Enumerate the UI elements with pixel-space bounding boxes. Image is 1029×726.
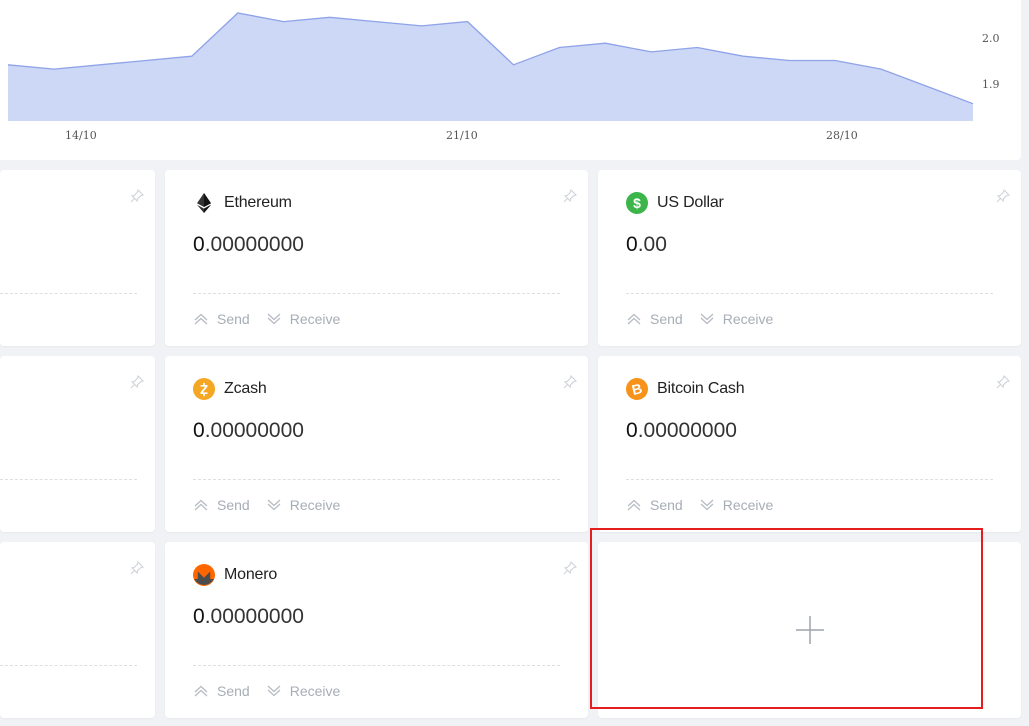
send-button[interactable]: Send [193, 683, 250, 699]
x-tick-label: 21/10 [446, 129, 478, 142]
wallet-card-monero[interactable]: Monero 0.00000000 Send Receive [165, 542, 588, 718]
wallet-card-partial[interactable] [0, 356, 155, 532]
double-chevron-down-icon [700, 499, 714, 511]
pin-icon[interactable] [129, 188, 145, 204]
balance: 0.00000000 [626, 419, 737, 443]
send-button[interactable]: Send [626, 497, 683, 513]
double-chevron-down-icon [267, 685, 281, 697]
double-chevron-down-icon [700, 313, 714, 325]
balance: 0.00000000 [193, 419, 304, 443]
receive-label: Receive [289, 683, 341, 699]
wallet-card-us-dollar[interactable]: $ US Dollar 0.00 Send Receive [598, 170, 1021, 346]
pin-icon[interactable] [995, 188, 1011, 204]
send-button[interactable]: Send [626, 311, 683, 327]
receive-label: Receive [722, 497, 774, 513]
send-label: Send [217, 311, 250, 327]
balance-integer: 0 [193, 605, 205, 628]
svg-text:$: $ [633, 195, 641, 211]
card-divider [626, 479, 993, 480]
balance-decimal: .00000000 [637, 419, 737, 442]
send-label: Send [650, 311, 683, 327]
card-divider [626, 293, 993, 294]
y-tick-label: 2.0 [982, 32, 1000, 45]
pin-icon[interactable] [562, 560, 578, 576]
balance-integer: 0 [193, 233, 205, 256]
x-tick-label: 14/10 [65, 129, 97, 142]
send-label: Send [217, 497, 250, 513]
bitcoin-cash-icon: B [626, 378, 648, 400]
balance: 0.00000000 [193, 233, 304, 257]
monero-icon [193, 564, 215, 586]
send-button[interactable]: Send [193, 497, 250, 513]
double-chevron-down-icon [267, 499, 281, 511]
pin-icon[interactable] [129, 560, 145, 576]
pin-icon[interactable] [562, 374, 578, 390]
pin-icon[interactable] [129, 374, 145, 390]
double-chevron-up-icon [194, 685, 208, 697]
card-divider [193, 293, 560, 294]
card-divider [0, 293, 137, 294]
wallet-card-zcash[interactable]: Zcash 0.00000000 Send Receive [165, 356, 588, 532]
receive-label: Receive [722, 311, 774, 327]
zcash-icon [193, 378, 215, 400]
balance-integer: 0 [193, 419, 205, 442]
wallet-card-ethereum[interactable]: Ethereum 0.00000000 Send Receive [165, 170, 588, 346]
receive-button[interactable]: Receive [266, 683, 341, 699]
x-tick-label: 28/10 [826, 129, 858, 142]
receive-label: Receive [289, 311, 341, 327]
receive-button[interactable]: Receive [266, 497, 341, 513]
y-tick-label: 1.9 [982, 78, 1000, 91]
balance-decimal: .00000000 [204, 605, 304, 628]
plus-icon [796, 616, 824, 644]
chart-area-fill [8, 13, 973, 121]
card-divider [193, 665, 560, 666]
double-chevron-up-icon [627, 313, 641, 325]
balance-decimal: .00 [637, 233, 667, 256]
coin-name: Zcash [224, 380, 267, 397]
double-chevron-up-icon [194, 313, 208, 325]
wallet-card-partial[interactable] [0, 542, 155, 718]
card-divider [0, 479, 137, 480]
double-chevron-up-icon [194, 499, 208, 511]
receive-button[interactable]: Receive [699, 497, 774, 513]
card-divider [0, 665, 137, 666]
price-chart: 14/10 21/10 28/10 2.0 1.9 [7, 12, 1000, 142]
balance: 0.00000000 [193, 605, 304, 629]
send-label: Send [650, 497, 683, 513]
pin-icon[interactable] [562, 188, 578, 204]
balance-integer: 0 [626, 419, 638, 442]
coin-name: Bitcoin Cash [657, 380, 745, 397]
receive-button[interactable]: Receive [266, 311, 341, 327]
balance-integer: 0 [626, 233, 638, 256]
double-chevron-down-icon [267, 313, 281, 325]
send-label: Send [217, 683, 250, 699]
coin-name: US Dollar [657, 194, 724, 211]
wallet-card-partial[interactable] [0, 170, 155, 346]
balance: 0.00 [626, 233, 667, 257]
card-divider [193, 479, 560, 480]
double-chevron-up-icon [627, 499, 641, 511]
ethereum-icon [197, 193, 211, 213]
coin-name: Monero [224, 566, 278, 583]
pin-icon[interactable] [995, 374, 1011, 390]
wallet-card-bitcoin-cash[interactable]: B Bitcoin Cash 0.00000000 Send Receive [598, 356, 1021, 532]
send-button[interactable]: Send [193, 311, 250, 327]
price-chart-panel: 14/10 21/10 28/10 2.0 1.9 [0, 0, 1021, 160]
balance-decimal: .00000000 [204, 233, 304, 256]
coin-name: Ethereum [224, 194, 292, 211]
receive-label: Receive [289, 497, 341, 513]
balance-decimal: .00000000 [204, 419, 304, 442]
add-wallet-button[interactable] [598, 542, 1021, 718]
dollar-icon: $ [626, 192, 648, 214]
receive-button[interactable]: Receive [699, 311, 774, 327]
